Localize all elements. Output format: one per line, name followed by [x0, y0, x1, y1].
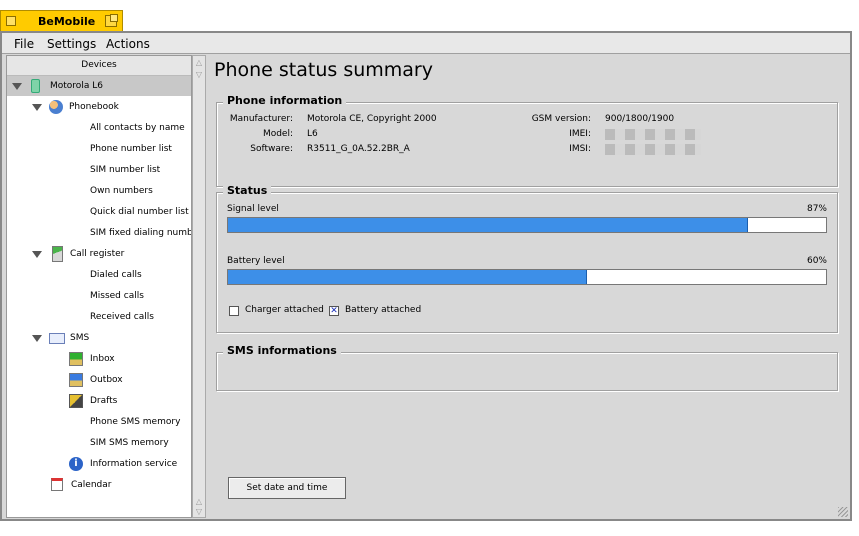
tree-sms[interactable]: SMS	[7, 328, 191, 348]
envelope-icon	[49, 333, 65, 344]
imsi-value-redacted	[605, 144, 701, 155]
expand-triangle-icon[interactable]	[32, 335, 42, 342]
window-close-icon[interactable]	[105, 14, 118, 27]
tree-item-drafts[interactable]: Drafts	[69, 391, 191, 411]
tree-call-register-label: Call register	[70, 249, 125, 259]
menu-actions[interactable]: Actions	[106, 37, 150, 51]
signal-level-bar	[227, 217, 827, 233]
battery-level-bar	[227, 269, 827, 285]
gsm-value: 900/1800/1900	[605, 114, 675, 124]
tree-item-outbox[interactable]: Outbox	[69, 370, 191, 390]
menu-bar: File Settings Actions	[2, 33, 850, 54]
software-label: Software:	[250, 144, 293, 154]
expand-triangle-icon[interactable]	[12, 83, 22, 90]
tree-item-phone-number-list[interactable]: Phone number list	[90, 139, 172, 159]
tree-item-sim-sms-memory[interactable]: SIM SMS memory	[90, 433, 169, 453]
window-zoom-icon[interactable]	[6, 16, 16, 26]
status-legend: Status	[223, 184, 272, 197]
imei-label: IMEI:	[569, 129, 591, 139]
gsm-label: GSM version:	[531, 114, 591, 124]
tree-calendar[interactable]: Calendar	[51, 475, 191, 495]
expand-triangle-icon[interactable]	[32, 104, 42, 111]
inbox-icon	[69, 352, 83, 366]
battery-attached-label: Battery attached	[345, 305, 422, 315]
model-label: Model:	[262, 129, 293, 139]
call-register-icon	[52, 246, 63, 262]
info-icon: i	[69, 457, 83, 471]
information-service-label: Information service	[90, 459, 178, 469]
outbox-label: Outbox	[90, 375, 123, 385]
contacts-icon	[49, 100, 63, 114]
tree-item-all-contacts[interactable]: All contacts by name	[90, 118, 185, 138]
tree-call-register[interactable]: Call register	[7, 244, 191, 264]
battery-level-percent: 60%	[806, 256, 827, 266]
battery-attached-checkbox[interactable]: ✕	[329, 306, 339, 316]
tree-phonebook-label: Phonebook	[69, 102, 119, 112]
calendar-label: Calendar	[71, 480, 112, 490]
tree-device-motorola[interactable]: Motorola L6	[7, 76, 191, 96]
sms-informations-group: SMS informations	[216, 344, 838, 391]
tree-device-label: Motorola L6	[50, 81, 103, 91]
tree-item-received-calls[interactable]: Received calls	[90, 307, 154, 327]
tree-scrollbar[interactable]: △ ▽ △ ▽	[192, 55, 206, 518]
tree-item-sim-fixed-dialing[interactable]: SIM fixed dialing number	[90, 223, 191, 243]
tree-item-information-service[interactable]: i Information service	[69, 454, 191, 474]
model-value: L6	[307, 129, 318, 139]
tree-sms-label: SMS	[70, 333, 90, 343]
status-group: Status Signal level 87% Battery level 60…	[216, 184, 838, 333]
set-date-and-time-button[interactable]: Set date and time	[228, 477, 346, 499]
inbox-label: Inbox	[90, 354, 115, 364]
devices-header: Devices	[7, 56, 191, 76]
battery-level-label: Battery level	[227, 256, 285, 266]
app-title-tab[interactable]: BeMobile	[0, 10, 123, 31]
tree-item-phone-sms-memory[interactable]: Phone SMS memory	[90, 412, 180, 432]
phone-information-group: Phone information Manufacturer: Motorola…	[216, 94, 838, 187]
tree-item-own-numbers[interactable]: Own numbers	[90, 181, 153, 201]
software-value: R3511_G_0A.52.2BR_A	[307, 144, 410, 154]
signal-level-label: Signal level	[227, 204, 279, 214]
imsi-label: IMSI:	[569, 144, 591, 154]
scroll-up-icon[interactable]: △	[195, 498, 203, 506]
tree-phonebook[interactable]: Phonebook	[7, 97, 191, 117]
scroll-down-icon[interactable]: ▽	[195, 508, 203, 516]
calendar-icon	[51, 478, 63, 491]
app-title: BeMobile	[38, 15, 96, 28]
resize-grip-icon[interactable]	[838, 507, 848, 517]
phone-icon	[31, 79, 40, 93]
menu-file[interactable]: File	[14, 37, 34, 51]
main-panel: Phone status summary Phone information M…	[208, 55, 848, 518]
tree-item-inbox[interactable]: Inbox	[69, 349, 191, 369]
battery-level-fill	[228, 270, 587, 284]
scroll-up-icon[interactable]: △	[195, 59, 203, 67]
phone-information-legend: Phone information	[223, 94, 347, 107]
sms-informations-legend: SMS informations	[223, 344, 341, 357]
menu-settings[interactable]: Settings	[47, 37, 96, 51]
drafts-icon	[69, 394, 83, 408]
scroll-down-icon[interactable]: ▽	[195, 71, 203, 79]
charger-attached-label: Charger attached	[245, 305, 324, 315]
manufacturer-label: Manufacturer:	[229, 114, 293, 124]
outbox-icon	[69, 373, 83, 387]
page-title: Phone status summary	[214, 59, 433, 81]
expand-triangle-icon[interactable]	[32, 251, 42, 258]
device-tree-panel: Devices Motorola L6 Phonebook All contac…	[6, 55, 192, 518]
manufacturer-value: Motorola CE, Copyright 2000	[307, 114, 437, 124]
charger-attached-checkbox[interactable]	[229, 306, 239, 316]
app-window: File Settings Actions Devices Motorola L…	[0, 31, 852, 521]
signal-level-fill	[228, 218, 749, 232]
tree-item-missed-calls[interactable]: Missed calls	[90, 286, 144, 306]
drafts-label: Drafts	[90, 396, 118, 406]
tree-item-sim-number-list[interactable]: SIM number list	[90, 160, 160, 180]
imei-value-redacted	[605, 129, 701, 140]
signal-level-percent: 87%	[806, 204, 827, 214]
tree-item-quick-dial[interactable]: Quick dial number list	[90, 202, 189, 222]
tree-item-dialed-calls[interactable]: Dialed calls	[90, 265, 142, 285]
